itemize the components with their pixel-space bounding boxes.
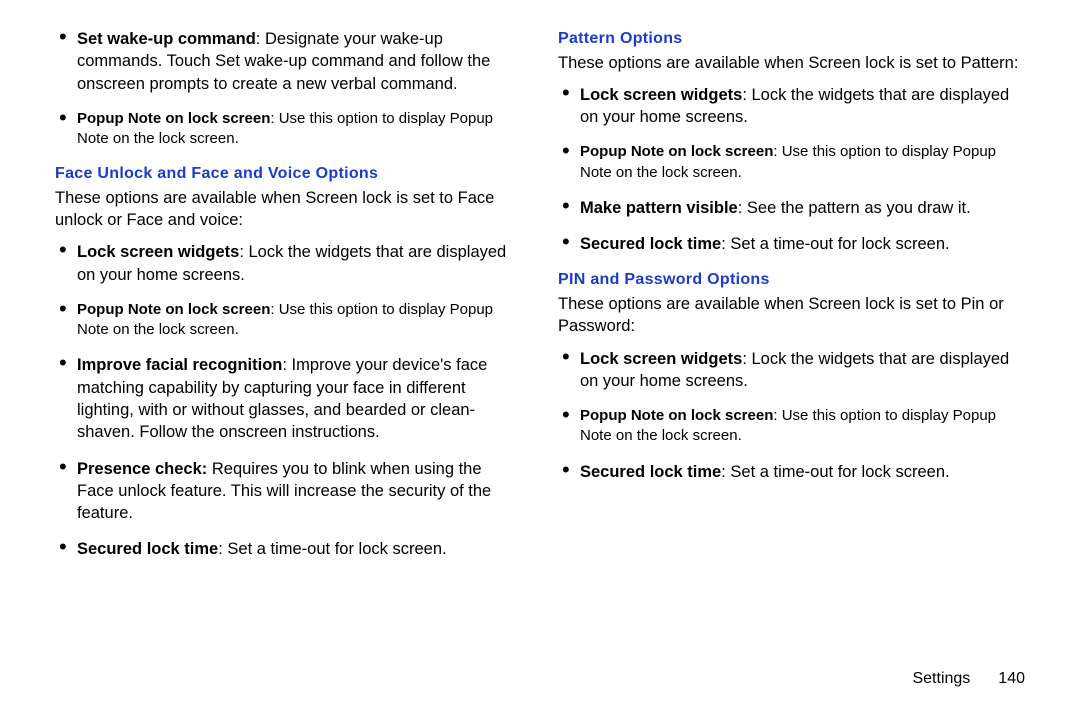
list-item: Presence check: Requires you to blink wh…	[55, 458, 522, 525]
list-item: Popup Note on lock screen: Use this opti…	[55, 109, 522, 150]
bullet-bold: Popup Note on lock screen	[580, 143, 773, 160]
manual-page: Set wake-up command: Designate your wake…	[0, 0, 1080, 720]
bullet-bold: Presence check:	[77, 460, 207, 478]
bullet-bold: Set wake-up command	[77, 30, 256, 48]
list-item: Popup Note on lock screen: Use this opti…	[558, 406, 1025, 447]
two-column-layout: Set wake-up command: Designate your wake…	[55, 28, 1025, 575]
bullet-bold: Lock screen widgets	[580, 86, 742, 104]
list-item: Lock screen widgets: Lock the widgets th…	[55, 241, 522, 286]
list-item: Set wake-up command: Designate your wake…	[55, 28, 522, 95]
section-intro: These options are available when Screen …	[558, 293, 1025, 338]
bullet-text: : Set a time-out for lock screen.	[721, 235, 949, 253]
section-intro: These options are available when Screen …	[55, 187, 522, 232]
bullet-bold: Popup Note on lock screen	[77, 301, 270, 318]
list-item: Lock screen widgets: Lock the widgets th…	[558, 84, 1025, 129]
pattern-bullets: Lock screen widgets: Lock the widgets th…	[558, 84, 1025, 256]
footer-section: Settings	[912, 670, 970, 687]
bullet-text: : See the pattern as you draw it.	[738, 199, 971, 217]
section-heading-pattern: Pattern Options	[558, 28, 1025, 50]
section-intro: These options are available when Screen …	[558, 52, 1025, 74]
pin-password-bullets: Lock screen widgets: Lock the widgets th…	[558, 348, 1025, 483]
page-footer: Settings 140	[912, 670, 1025, 688]
top-bullet-list: Set wake-up command: Designate your wake…	[55, 28, 522, 149]
right-column: Pattern Options These options are availa…	[558, 28, 1025, 575]
list-item: Popup Note on lock screen: Use this opti…	[55, 300, 522, 341]
bullet-bold: Secured lock time	[580, 463, 721, 481]
list-item: Lock screen widgets: Lock the widgets th…	[558, 348, 1025, 393]
list-item: Make pattern visible: See the pattern as…	[558, 197, 1025, 219]
bullet-bold: Secured lock time	[77, 540, 218, 558]
bullet-bold: Make pattern visible	[580, 199, 738, 217]
list-item: Secured lock time: Set a time-out for lo…	[558, 461, 1025, 483]
list-item: Popup Note on lock screen: Use this opti…	[558, 142, 1025, 183]
face-unlock-bullets: Lock screen widgets: Lock the widgets th…	[55, 241, 522, 560]
section-heading-face-unlock: Face Unlock and Face and Voice Options	[55, 163, 522, 185]
bullet-bold: Secured lock time	[580, 235, 721, 253]
bullet-bold: Improve facial recognition	[77, 356, 282, 374]
bullet-bold: Popup Note on lock screen	[580, 407, 773, 424]
list-item: Secured lock time: Set a time-out for lo…	[55, 538, 522, 560]
left-column: Set wake-up command: Designate your wake…	[55, 28, 522, 575]
bullet-text: : Set a time-out for lock screen.	[218, 540, 446, 558]
list-item: Secured lock time: Set a time-out for lo…	[558, 233, 1025, 255]
section-heading-pin-password: PIN and Password Options	[558, 269, 1025, 291]
bullet-bold: Lock screen widgets	[77, 243, 239, 261]
bullet-bold: Popup Note on lock screen	[77, 110, 270, 127]
bullet-bold: Lock screen widgets	[580, 350, 742, 368]
bullet-text: : Set a time-out for lock screen.	[721, 463, 949, 481]
footer-page-number: 140	[998, 670, 1025, 687]
list-item: Improve facial recognition: Improve your…	[55, 354, 522, 443]
